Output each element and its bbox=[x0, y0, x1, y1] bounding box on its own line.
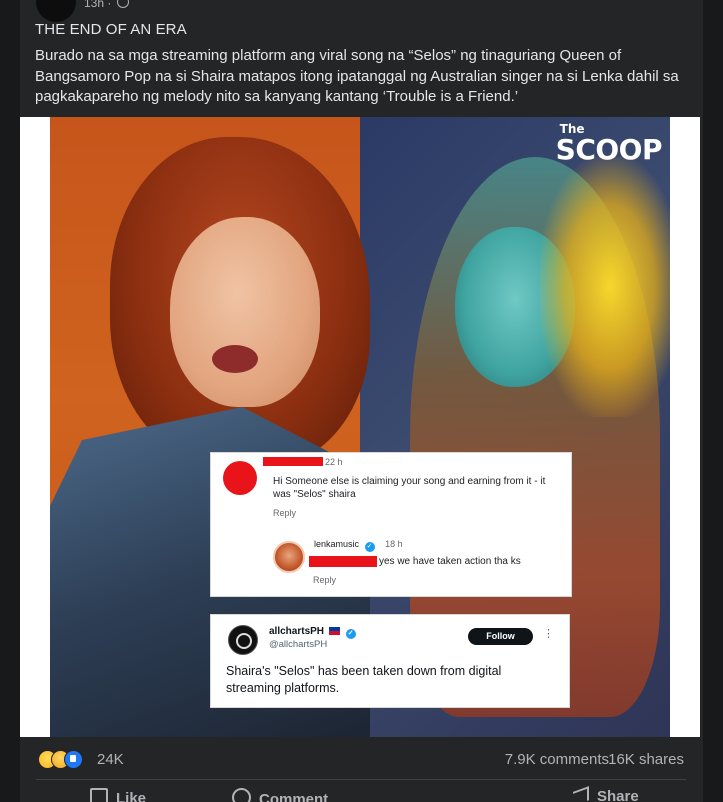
instagram-comment-card: 22 h Hi Someone else is claiming your so… bbox=[210, 452, 572, 597]
reply-username-text: lenkamusic bbox=[314, 539, 360, 549]
comment-text: Hi Someone else is claiming your song an… bbox=[273, 476, 546, 500]
share-icon bbox=[573, 786, 589, 802]
the-scoop-logo: The SCOOP bbox=[555, 122, 663, 166]
reply-time: 18 h bbox=[385, 539, 403, 549]
post-body: Burado na sa mga streaming platform ang … bbox=[35, 47, 679, 105]
yellow-glow bbox=[540, 157, 670, 417]
tweet-handle: @allchartsPH bbox=[269, 639, 328, 650]
like-reaction-icon bbox=[64, 750, 83, 769]
post-card: 13h · THE END OF AN ERA Burado na sa mga… bbox=[20, 0, 703, 802]
globe-icon bbox=[116, 0, 129, 8]
post-image[interactable]: The SCOOP 22 h Hi Someone else is claimi… bbox=[20, 117, 700, 737]
comment-time: 22 h bbox=[325, 457, 343, 467]
post-timestamp[interactable]: 13h · bbox=[84, 0, 129, 10]
post-header: 13h · bbox=[20, 0, 703, 22]
lenka-avatar bbox=[273, 541, 305, 573]
verified-icon: ✓ bbox=[345, 629, 356, 639]
philippines-flag-icon bbox=[328, 627, 340, 635]
reply-username: lenkamusic ✓ 18 h bbox=[314, 539, 403, 552]
photo-composite: The SCOOP 22 h Hi Someone else is claimi… bbox=[50, 117, 670, 737]
reply-reply-link: Reply bbox=[313, 575, 337, 585]
tweet-name-text: allchartsPH bbox=[269, 626, 325, 637]
reply-text: yes we have taken action tha ks bbox=[379, 556, 521, 567]
page-avatar[interactable] bbox=[36, 0, 76, 22]
timestamp-text[interactable]: 13h · bbox=[84, 0, 111, 10]
comment-count[interactable]: 7.9K comments bbox=[505, 751, 609, 768]
thumbs-up-icon bbox=[90, 788, 108, 802]
lenka-face bbox=[170, 217, 320, 407]
verified-icon: ✓ bbox=[364, 542, 375, 552]
like-button[interactable]: Like bbox=[90, 788, 146, 802]
like-label: Like bbox=[116, 790, 147, 802]
lenka-mouth bbox=[212, 345, 258, 373]
post-title: THE END OF AN ERA bbox=[35, 21, 187, 38]
reaction-count[interactable]: 24K bbox=[97, 751, 124, 768]
tweet-card: allchartsPH ✓ @allchartsPH Follow ⋮ Shai… bbox=[210, 614, 570, 708]
share-label: Share bbox=[597, 788, 639, 802]
allcharts-avatar bbox=[228, 625, 258, 655]
post-actions: Like Comment Share bbox=[20, 780, 703, 802]
more-icon: ⋮ bbox=[543, 628, 554, 640]
tweet-text: Shaira's "Selos" has been taken down fro… bbox=[226, 664, 502, 695]
tweet-name: allchartsPH ✓ bbox=[269, 626, 356, 639]
comment-reply-link: Reply bbox=[273, 508, 297, 518]
follow-button: Follow bbox=[468, 628, 533, 645]
comment-label: Comment bbox=[259, 791, 329, 802]
redacted-avatar bbox=[223, 461, 257, 495]
share-button[interactable]: Share bbox=[573, 786, 639, 802]
post-stats: 24K 7.9K comments 16K shares bbox=[20, 737, 703, 779]
comment-button[interactable]: Comment bbox=[232, 788, 328, 802]
share-count[interactable]: 16K shares bbox=[608, 751, 684, 768]
redacted-username bbox=[263, 457, 323, 466]
comment-icon bbox=[232, 788, 251, 802]
logo-scoop: SCOOP bbox=[555, 133, 663, 166]
redacted-mention bbox=[309, 556, 377, 567]
